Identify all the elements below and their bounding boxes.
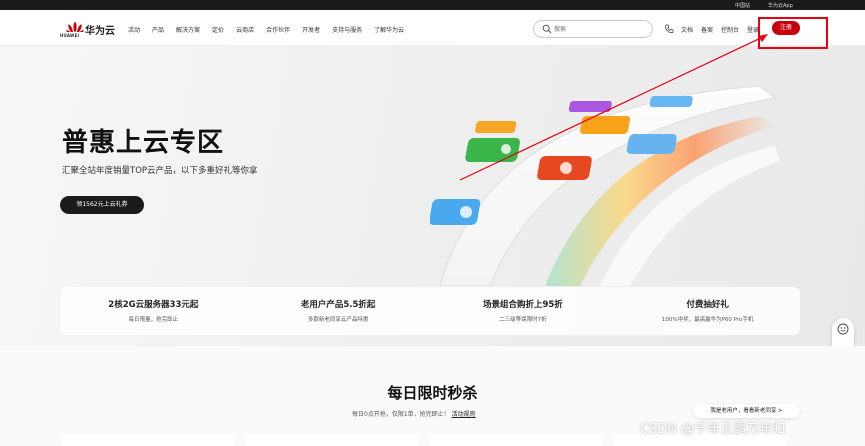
brand-wordmark: HUAWEI xyxy=(60,33,80,38)
section-subtitle: 每日0点开抢，仅限1单，抢完即止！ 活动规则 xyxy=(352,409,476,418)
promo-card[interactable]: 场景组合购折上95折 二三级等保限时7折 xyxy=(431,287,616,335)
promo-desc: 二三级等保限时7折 xyxy=(499,317,547,323)
site-name[interactable]: 华为云 xyxy=(85,22,115,37)
promo-title: 老用户产品5.5折起 xyxy=(300,300,376,310)
search-icon xyxy=(542,24,552,34)
hero-illustration xyxy=(430,85,780,286)
menu-item-activity[interactable]: 活动 xyxy=(128,25,140,34)
rules-link[interactable]: 活动规则 xyxy=(452,411,476,418)
hero-subtitle: 汇聚全站年度销量TOP云产品，以下多重好礼等你拿 xyxy=(62,166,258,176)
promo-title: 付费抽好礼 xyxy=(686,300,729,310)
menu-item-developers[interactable]: 开发者 xyxy=(302,25,320,34)
watermark: CSDN @千年王霸万年归 xyxy=(640,422,786,437)
menu-item-marketplace[interactable]: 云商店 xyxy=(236,25,254,34)
promo-card[interactable]: 2核2G云服务器33元起 每日限量，抢完即止 xyxy=(61,287,246,335)
sale-card[interactable] xyxy=(61,434,235,446)
top-utility-bar: 中国站 华为云App xyxy=(0,0,865,10)
promo-strip: 2核2G云服务器33元起 每日限量，抢完即止 老用户产品5.5折起 多款新老同享… xyxy=(61,287,800,335)
main-nav: HUAWEI 华为云 活动 产品 解决方案 定价 云商店 合作伙伴 开发者 支持… xyxy=(0,10,865,46)
promo-desc: 多款新老同享云产品特惠 xyxy=(307,317,369,323)
docs-link[interactable]: 文档 xyxy=(681,25,693,34)
smile-feedback-icon[interactable] xyxy=(837,323,849,335)
menu-item-products[interactable]: 产品 xyxy=(152,25,164,34)
old-user-pill-button[interactable]: 我是老用户，看看新老同享 > xyxy=(693,404,800,418)
primary-menu: 活动 产品 解决方案 定价 云商店 合作伙伴 开发者 支持与服务 了解华为云 xyxy=(128,25,404,34)
section-title: 每日限时秒杀 xyxy=(387,384,478,402)
menu-item-solutions[interactable]: 解决方案 xyxy=(176,25,200,34)
menu-item-pricing[interactable]: 定价 xyxy=(212,25,224,34)
promo-title: 场景组合购折上95折 xyxy=(482,300,563,310)
console-link[interactable]: 控制台 xyxy=(721,25,739,34)
promo-desc: 每日限量，抢完即止 xyxy=(128,317,179,323)
utility-links: 文档 备案 控制台 登录 xyxy=(681,25,759,34)
filing-link[interactable]: 备案 xyxy=(701,25,713,34)
region-selector[interactable]: 中国站 xyxy=(735,2,750,9)
menu-item-partners[interactable]: 合作伙伴 xyxy=(266,25,290,34)
promo-desc: 100%中奖，最高赢华为P60 Pro手机 xyxy=(661,317,754,323)
sale-card[interactable] xyxy=(429,434,603,446)
search-input[interactable] xyxy=(554,24,644,34)
sale-card[interactable] xyxy=(245,434,419,446)
section-subtitle-text: 每日0点开抢，仅限1单，抢完即止！ xyxy=(352,411,450,418)
phone-icon[interactable] xyxy=(664,24,674,34)
promo-card[interactable]: 老用户产品5.5折起 多款新老同享云产品特惠 xyxy=(246,287,431,335)
register-button[interactable]: 注册 xyxy=(772,21,800,35)
promo-card[interactable]: 付费抽好礼 100%中奖，最高赢华为P60 Pro手机 xyxy=(615,287,800,335)
claim-coupon-button[interactable]: 领1562元上云礼券 xyxy=(60,196,144,214)
menu-item-about[interactable]: 了解华为云 xyxy=(374,25,404,34)
promo-title: 2核2G云服务器33元起 xyxy=(108,300,199,310)
app-download-link[interactable]: 华为云App xyxy=(768,2,793,9)
login-link[interactable]: 登录 xyxy=(747,25,759,34)
huawei-petal-icon xyxy=(66,22,84,32)
hero-title: 普惠上云专区 xyxy=(62,128,225,158)
menu-item-support[interactable]: 支持与服务 xyxy=(332,25,362,34)
search-box[interactable] xyxy=(533,20,653,38)
